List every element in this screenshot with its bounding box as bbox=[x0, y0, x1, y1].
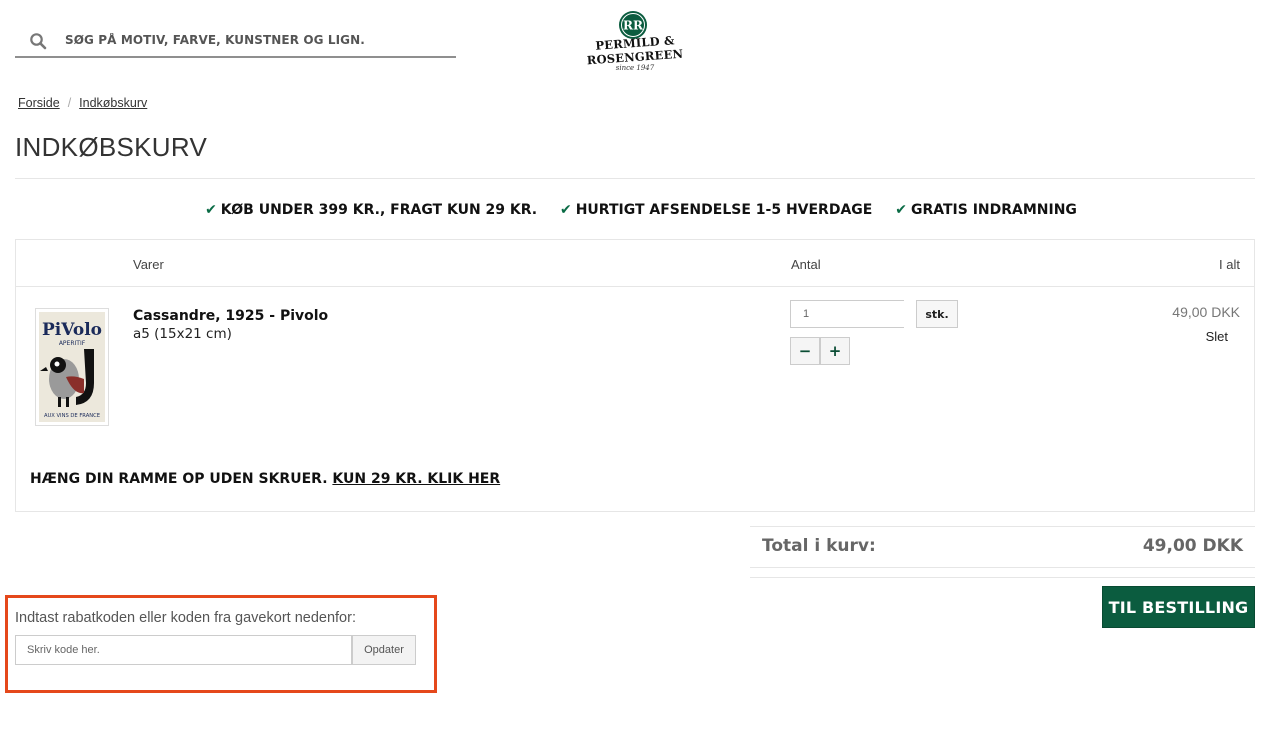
svg-text:AUX VINS DE FRANCE: AUX VINS DE FRANCE bbox=[44, 413, 100, 419]
usp-text: HURTIGT AFSENDELSE 1-5 HVERDAGE bbox=[575, 202, 873, 218]
cart-table: Varer Antal I alt PiVolo APERITIF AUX VI… bbox=[15, 239, 1255, 512]
divider bbox=[15, 178, 1255, 179]
column-header-total: I alt bbox=[1219, 257, 1240, 272]
usp-text: GRATIS INDRAMNING bbox=[910, 202, 1077, 218]
product-poster-image: PiVolo APERITIF AUX VINS DE FRANCE bbox=[39, 312, 105, 422]
discount-code-section: Indtast rabatkoden eller koden fra gavek… bbox=[5, 595, 437, 693]
check-icon: ✔ bbox=[895, 202, 907, 218]
column-header-quantity: Antal bbox=[791, 257, 821, 272]
usp-item: ✔ GRATIS INDRAMNING bbox=[895, 202, 1077, 218]
upsell-message: HÆNG DIN RAMME OP UDEN SKRUER. KUN 29 KR… bbox=[30, 471, 500, 487]
cart-table-header: Varer Antal I alt bbox=[16, 240, 1254, 287]
delete-link[interactable]: Slet bbox=[1206, 329, 1228, 344]
usp-item: ✔ HURTIGT AFSENDELSE 1-5 HVERDAGE bbox=[560, 202, 872, 218]
divider bbox=[750, 577, 1255, 578]
product-thumbnail[interactable]: PiVolo APERITIF AUX VINS DE FRANCE bbox=[35, 308, 109, 426]
line-price: 49,00 DKK bbox=[1172, 304, 1240, 320]
search-icon[interactable] bbox=[29, 32, 47, 50]
svg-text:APERITIF: APERITIF bbox=[59, 340, 86, 347]
update-discount-button[interactable]: Opdater bbox=[352, 635, 416, 665]
quantity-unit: stk. bbox=[916, 300, 958, 328]
discount-label: Indtast rabatkoden eller koden fra gavek… bbox=[15, 610, 356, 626]
product-name[interactable]: Cassandre, 1925 - Pivolo bbox=[133, 308, 328, 324]
upsell-text: HÆNG DIN RAMME OP UDEN SKRUER. bbox=[30, 471, 328, 487]
checkout-button[interactable]: TIL BESTILLING bbox=[1102, 586, 1255, 628]
page-title: INDKØBSKURV bbox=[15, 132, 208, 162]
breadcrumb-home[interactable]: Forside bbox=[18, 96, 60, 110]
usp-item: ✔ KØB UNDER 399 KR., FRAGT KUN 29 KR. bbox=[205, 202, 537, 218]
product-variant: a5 (15x21 cm) bbox=[133, 326, 232, 342]
usp-text: KØB UNDER 399 KR., FRAGT KUN 29 KR. bbox=[220, 202, 538, 218]
increase-quantity-button[interactable]: + bbox=[820, 337, 850, 365]
total-label: Total i kurv: bbox=[762, 536, 876, 556]
logo-tagline: since 1947 bbox=[615, 64, 655, 72]
search-bar[interactable] bbox=[15, 26, 456, 58]
breadcrumb-cart[interactable]: Indkøbskurv bbox=[79, 96, 147, 110]
quantity-input[interactable] bbox=[790, 300, 904, 328]
discount-code-input[interactable] bbox=[15, 635, 352, 665]
decrease-quantity-button[interactable]: − bbox=[790, 337, 820, 365]
total-value: 49,00 DKK bbox=[1142, 536, 1243, 556]
usp-bar: ✔ KØB UNDER 399 KR., FRAGT KUN 29 KR. ✔ HU… bbox=[0, 202, 1282, 218]
svg-text:RR: RR bbox=[623, 19, 644, 33]
check-icon: ✔ bbox=[559, 202, 572, 218]
breadcrumb-separator: / bbox=[67, 96, 72, 110]
svg-text:PiVolo: PiVolo bbox=[42, 320, 102, 340]
logo[interactable]: RR PERMILD & ROSENGREEN since 1947 bbox=[580, 8, 690, 72]
search-input[interactable] bbox=[63, 28, 447, 52]
check-icon: ✔ bbox=[205, 202, 217, 218]
breadcrumb: Forside / Indkøbskurv bbox=[18, 96, 147, 110]
cart-total-row: Total i kurv: 49,00 DKK bbox=[750, 526, 1255, 568]
column-header-items: Varer bbox=[133, 257, 164, 272]
upsell-link[interactable]: KUN 29 KR. KLIK HER bbox=[332, 471, 500, 487]
